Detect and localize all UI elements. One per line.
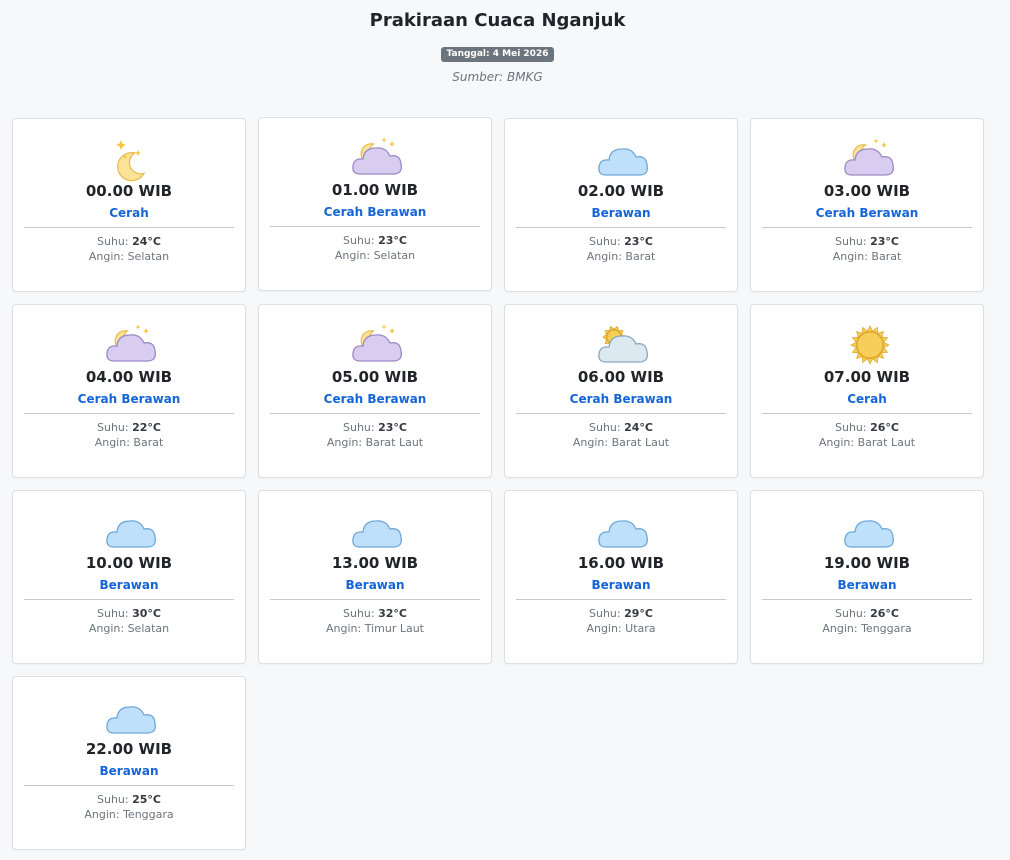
forecast-wind: Angin: Barat Laut — [818, 436, 916, 449]
forecast-condition: Berawan — [99, 578, 159, 592]
cloud-icon — [100, 501, 160, 561]
moon-cloud-icon — [346, 128, 406, 188]
forecast-wind: Angin: Barat — [94, 436, 164, 449]
forecast-time: 06.00 WIB — [577, 368, 665, 386]
moon-stars-icon — [100, 129, 160, 189]
forecast-card: 13.00 WIB Berawan Suhu: 32°C Angin: Timu… — [258, 490, 492, 664]
forecast-condition: Berawan — [591, 206, 651, 220]
source-text: Sumber: BMKG — [452, 70, 543, 84]
cloud-icon — [100, 687, 160, 747]
forecast-temp: Suhu: 23°C — [343, 234, 407, 247]
forecast-card: 07.00 WIB Cerah Suhu: 26°C Angin: Barat … — [750, 304, 984, 478]
forecast-wind: Angin: Selatan — [88, 250, 170, 263]
divider — [270, 226, 480, 227]
divider — [516, 599, 726, 600]
forecast-condition: Cerah Berawan — [77, 392, 181, 406]
forecast-time: 01.00 WIB — [331, 181, 419, 199]
date-badge: Tanggal: 4 Mei 2026 — [440, 47, 555, 62]
forecast-time: 19.00 WIB — [823, 554, 911, 572]
cloud-icon — [346, 501, 406, 561]
divider — [516, 227, 726, 228]
forecast-time: 00.00 WIB — [85, 182, 173, 200]
forecast-temp: Suhu: 23°C — [343, 421, 407, 434]
forecast-temp: Suhu: 29°C — [589, 607, 653, 620]
forecast-temp: Suhu: 32°C — [343, 607, 407, 620]
forecast-condition: Berawan — [591, 578, 651, 592]
forecast-time: 10.00 WIB — [85, 554, 173, 572]
sun-cloud-icon — [592, 315, 652, 375]
forecast-wind: Angin: Utara — [586, 622, 656, 635]
forecast-card: 05.00 WIB Cerah Berawan Suhu: 23°C Angin… — [258, 304, 492, 478]
moon-cloud-icon — [100, 315, 160, 375]
cloud-icon — [592, 129, 652, 189]
forecast-wind: Angin: Barat Laut — [572, 436, 670, 449]
forecast-condition: Cerah — [847, 392, 887, 406]
forecast-temp: Suhu: 23°C — [589, 235, 653, 248]
forecast-wind: Angin: Barat — [586, 250, 656, 263]
forecast-time: 04.00 WIB — [85, 368, 173, 386]
forecast-card: 04.00 WIB Cerah Berawan Suhu: 22°C Angin… — [12, 304, 246, 478]
forecast-condition: Cerah Berawan — [323, 205, 427, 219]
divider — [270, 413, 480, 414]
forecast-card: 02.00 WIB Berawan Suhu: 23°C Angin: Bara… — [504, 118, 738, 292]
divider — [762, 227, 972, 228]
forecast-card: 06.00 WIB Cerah Berawan Suhu: 24°C Angin… — [504, 304, 738, 478]
forecast-wind: Angin: Selatan — [334, 249, 416, 262]
forecast-wind: Angin: Barat Laut — [326, 436, 424, 449]
cloud-icon — [592, 501, 652, 561]
forecast-grid: 00.00 WIB Cerah Suhu: 24°C Angin: Selata… — [12, 117, 984, 850]
divider — [516, 413, 726, 414]
cloud-icon — [838, 501, 898, 561]
forecast-time: 22.00 WIB — [85, 740, 173, 758]
forecast-temp: Suhu: 25°C — [97, 793, 161, 806]
forecast-card: 00.00 WIB Cerah Suhu: 24°C Angin: Selata… — [12, 118, 246, 292]
forecast-wind: Angin: Barat — [832, 250, 902, 263]
divider — [762, 599, 972, 600]
forecast-card: 03.00 WIB Cerah Berawan Suhu: 23°C Angin… — [750, 118, 984, 292]
forecast-temp: Suhu: 22°C — [97, 421, 161, 434]
forecast-card: 01.00 WIB Cerah Berawan Suhu: 23°C Angin… — [258, 117, 492, 291]
divider — [270, 599, 480, 600]
moon-cloud-icon — [838, 129, 898, 189]
forecast-temp: Suhu: 24°C — [97, 235, 161, 248]
forecast-time: 13.00 WIB — [331, 554, 419, 572]
divider — [24, 227, 234, 228]
forecast-card: 22.00 WIB Berawan Suhu: 25°C Angin: Teng… — [12, 676, 246, 850]
forecast-time: 05.00 WIB — [331, 368, 419, 386]
moon-cloud-icon — [346, 315, 406, 375]
forecast-temp: Suhu: 26°C — [835, 421, 899, 434]
forecast-card: 10.00 WIB Berawan Suhu: 30°C Angin: Sela… — [12, 490, 246, 664]
forecast-wind: Angin: Timur Laut — [325, 622, 424, 635]
forecast-condition: Cerah — [109, 206, 149, 220]
forecast-wind: Angin: Selatan — [88, 622, 170, 635]
forecast-time: 07.00 WIB — [823, 368, 911, 386]
forecast-temp: Suhu: 26°C — [835, 607, 899, 620]
forecast-time: 02.00 WIB — [577, 182, 665, 200]
sun-icon — [838, 315, 898, 375]
forecast-temp: Suhu: 23°C — [835, 235, 899, 248]
forecast-condition: Cerah Berawan — [569, 392, 673, 406]
forecast-time: 16.00 WIB — [577, 554, 665, 572]
forecast-condition: Cerah Berawan — [815, 206, 919, 220]
divider — [24, 785, 234, 786]
forecast-wind: Angin: Tenggara — [84, 808, 174, 821]
page-title: Prakiraan Cuaca Nganjuk — [369, 10, 626, 31]
forecast-condition: Berawan — [99, 764, 159, 778]
divider — [762, 413, 972, 414]
forecast-condition: Berawan — [837, 578, 897, 592]
divider — [24, 413, 234, 414]
divider — [24, 599, 234, 600]
forecast-wind: Angin: Tenggara — [822, 622, 912, 635]
forecast-card: 16.00 WIB Berawan Suhu: 29°C Angin: Utar… — [504, 490, 738, 664]
forecast-card: 19.00 WIB Berawan Suhu: 26°C Angin: Teng… — [750, 490, 984, 664]
forecast-time: 03.00 WIB — [823, 182, 911, 200]
forecast-condition: Cerah Berawan — [323, 392, 427, 406]
forecast-temp: Suhu: 24°C — [589, 421, 653, 434]
forecast-temp: Suhu: 30°C — [97, 607, 161, 620]
forecast-condition: Berawan — [345, 578, 405, 592]
